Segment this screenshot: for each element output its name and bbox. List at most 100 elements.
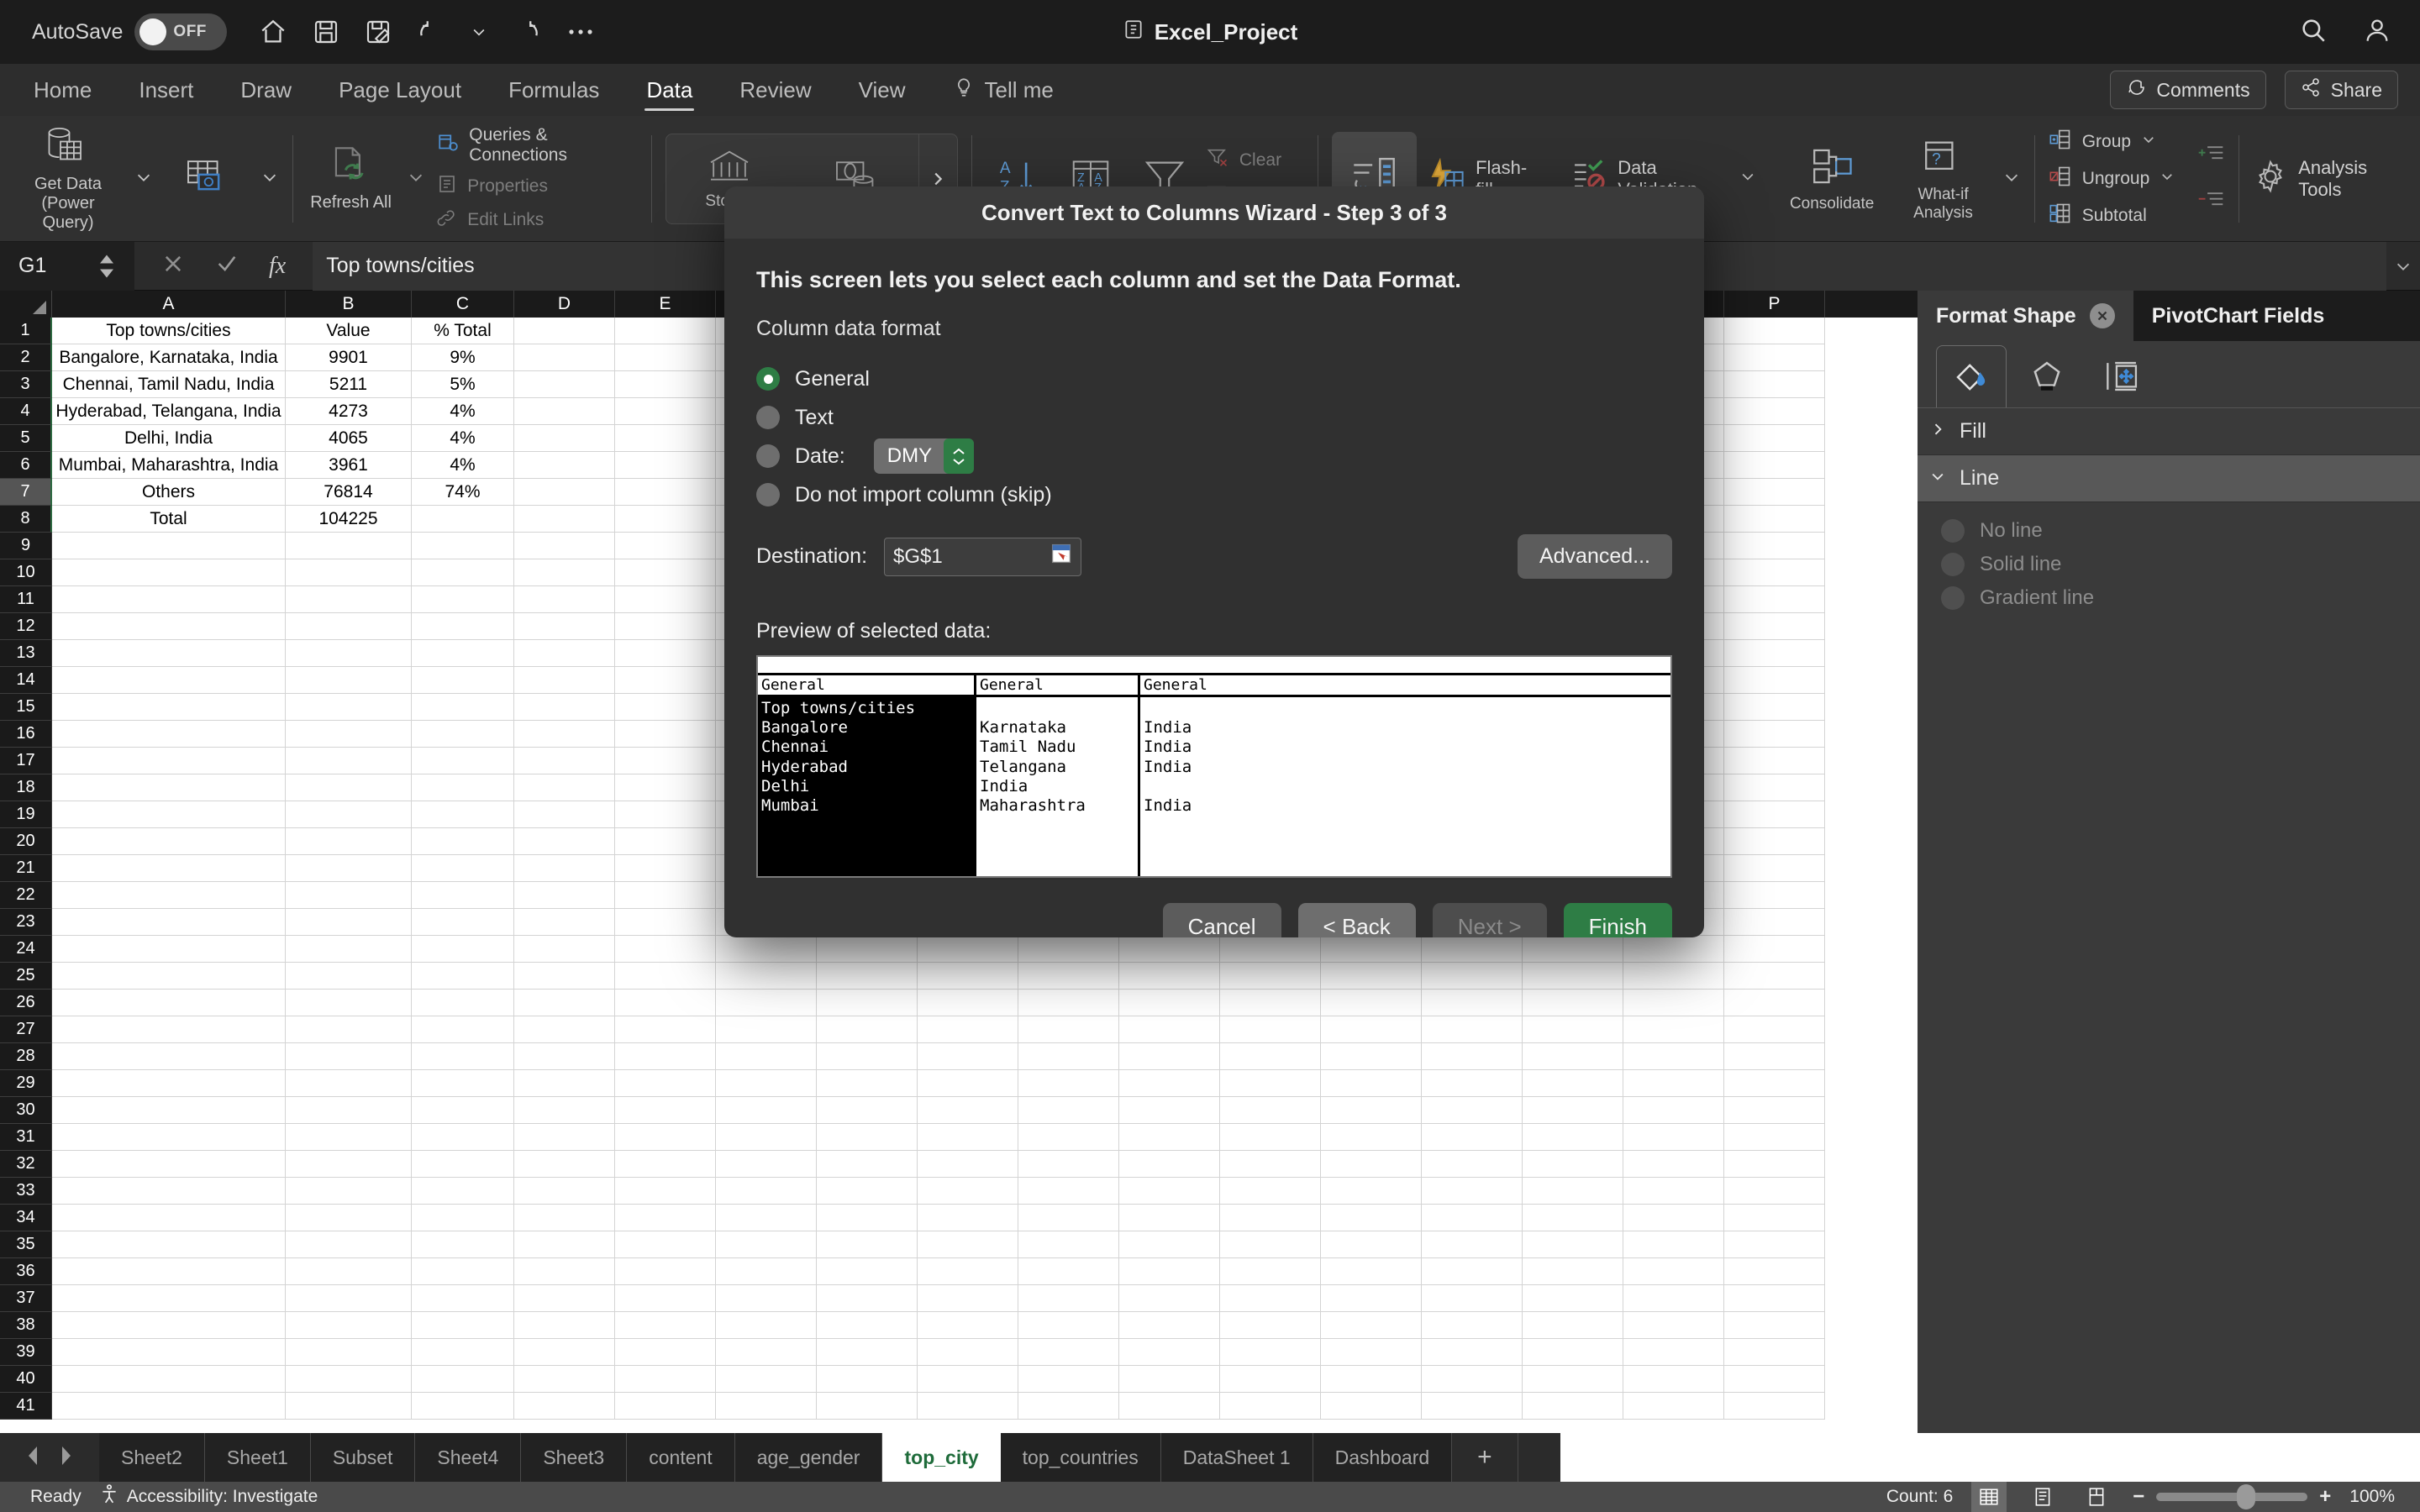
cell-K37[interactable] — [1220, 1285, 1321, 1312]
preview-scroll-strip[interactable] — [758, 657, 1670, 675]
table-row[interactable] — [52, 1178, 1918, 1205]
share-button[interactable]: Share — [2284, 71, 2398, 109]
row-header-36[interactable]: 36 — [0, 1258, 52, 1285]
cell-D40[interactable] — [514, 1366, 615, 1393]
zoom-thumb[interactable] — [2237, 1484, 2256, 1509]
cell-C21[interactable] — [412, 855, 514, 882]
tab-page-layout[interactable]: Page Layout — [330, 64, 470, 116]
cell-A40[interactable] — [52, 1366, 286, 1393]
cell-M27[interactable] — [1422, 1016, 1523, 1043]
no-line-radio[interactable] — [1941, 519, 1965, 543]
cell-C4[interactable]: 4% — [412, 398, 514, 425]
column-header-D[interactable]: D — [514, 291, 615, 318]
cell-P10[interactable] — [1724, 559, 1825, 586]
cell-M25[interactable] — [1422, 963, 1523, 990]
cell-M28[interactable] — [1422, 1043, 1523, 1070]
tab-data[interactable]: Data — [638, 64, 701, 116]
cell-C39[interactable] — [412, 1339, 514, 1366]
confirm-formula-icon[interactable] — [215, 252, 239, 280]
cell-B2[interactable]: 9901 — [286, 344, 412, 371]
cell-A37[interactable] — [52, 1285, 286, 1312]
range-picker-icon[interactable] — [1050, 543, 1072, 570]
cell-B11[interactable] — [286, 586, 412, 613]
cell-J27[interactable] — [1119, 1016, 1220, 1043]
cell-P34[interactable] — [1724, 1205, 1825, 1231]
row-header-27[interactable]: 27 — [0, 1016, 52, 1043]
cell-N38[interactable] — [1523, 1312, 1623, 1339]
name-box-spinner[interactable] — [99, 255, 114, 277]
fill-section-header[interactable]: Fill — [1918, 408, 2420, 455]
account-icon[interactable] — [2363, 16, 2391, 49]
cell-D32[interactable] — [514, 1151, 615, 1178]
cell-O30[interactable] — [1623, 1097, 1724, 1124]
cell-D41[interactable] — [514, 1393, 615, 1420]
cell-C27[interactable] — [412, 1016, 514, 1043]
radio-general[interactable]: General — [756, 361, 1672, 396]
cell-B5[interactable]: 4065 — [286, 425, 412, 452]
cell-L31[interactable] — [1321, 1124, 1422, 1151]
row-header-37[interactable]: 37 — [0, 1285, 52, 1312]
cell-B30[interactable] — [286, 1097, 412, 1124]
cell-O26[interactable] — [1623, 990, 1724, 1016]
cell-K41[interactable] — [1220, 1393, 1321, 1420]
cell-O37[interactable] — [1623, 1285, 1724, 1312]
cell-C13[interactable] — [412, 640, 514, 667]
cell-F37[interactable] — [716, 1285, 817, 1312]
cell-M38[interactable] — [1422, 1312, 1523, 1339]
cell-B14[interactable] — [286, 667, 412, 694]
cell-E2[interactable] — [615, 344, 716, 371]
undo-icon[interactable] — [417, 18, 445, 46]
cell-C11[interactable] — [412, 586, 514, 613]
cell-P41[interactable] — [1724, 1393, 1825, 1420]
cell-C36[interactable] — [412, 1258, 514, 1285]
cell-A13[interactable] — [52, 640, 286, 667]
cell-K34[interactable] — [1220, 1205, 1321, 1231]
cell-F27[interactable] — [716, 1016, 817, 1043]
cell-J34[interactable] — [1119, 1205, 1220, 1231]
cell-G26[interactable] — [817, 990, 918, 1016]
cell-A2[interactable]: Bangalore, Karnataka, India — [52, 344, 286, 371]
cell-L37[interactable] — [1321, 1285, 1422, 1312]
cell-H27[interactable] — [918, 1016, 1018, 1043]
hide-detail-icon[interactable] — [2196, 189, 2225, 215]
row-header-20[interactable]: 20 — [0, 828, 52, 855]
format-shape-pane-tab[interactable]: Format Shape — [1918, 291, 2133, 341]
cell-O29[interactable] — [1623, 1070, 1724, 1097]
cell-I34[interactable] — [1018, 1205, 1119, 1231]
row-header-13[interactable]: 13 — [0, 640, 52, 667]
cell-H34[interactable] — [918, 1205, 1018, 1231]
cell-D21[interactable] — [514, 855, 615, 882]
cell-I37[interactable] — [1018, 1285, 1119, 1312]
row-header-14[interactable]: 14 — [0, 667, 52, 694]
cell-A19[interactable] — [52, 801, 286, 828]
cell-P13[interactable] — [1724, 640, 1825, 667]
cell-C12[interactable] — [412, 613, 514, 640]
cell-P9[interactable] — [1724, 533, 1825, 559]
cell-E10[interactable] — [615, 559, 716, 586]
cell-F36[interactable] — [716, 1258, 817, 1285]
cell-E21[interactable] — [615, 855, 716, 882]
cell-B24[interactable] — [286, 936, 412, 963]
cell-E17[interactable] — [615, 748, 716, 774]
cell-B31[interactable] — [286, 1124, 412, 1151]
table-row[interactable] — [52, 963, 1918, 990]
cell-D20[interactable] — [514, 828, 615, 855]
cell-P33[interactable] — [1724, 1178, 1825, 1205]
cell-H41[interactable] — [918, 1393, 1018, 1420]
cell-B32[interactable] — [286, 1151, 412, 1178]
cell-E7[interactable] — [615, 479, 716, 506]
cell-A18[interactable] — [52, 774, 286, 801]
preview-column-1[interactable]: General Top towns/cities Bangalore Chennai H… — [758, 675, 976, 876]
cell-M34[interactable] — [1422, 1205, 1523, 1231]
cell-A3[interactable]: Chennai, Tamil Nadu, India — [52, 371, 286, 398]
cell-C25[interactable] — [412, 963, 514, 990]
what-if-analysis-button[interactable]: ? What-if Analysis — [1896, 136, 1990, 223]
cell-N34[interactable] — [1523, 1205, 1623, 1231]
cell-E3[interactable] — [615, 371, 716, 398]
cell-H25[interactable] — [918, 963, 1018, 990]
cell-N31[interactable] — [1523, 1124, 1623, 1151]
cell-C29[interactable] — [412, 1070, 514, 1097]
cell-P23[interactable] — [1724, 909, 1825, 936]
cell-G34[interactable] — [817, 1205, 918, 1231]
cell-C33[interactable] — [412, 1178, 514, 1205]
